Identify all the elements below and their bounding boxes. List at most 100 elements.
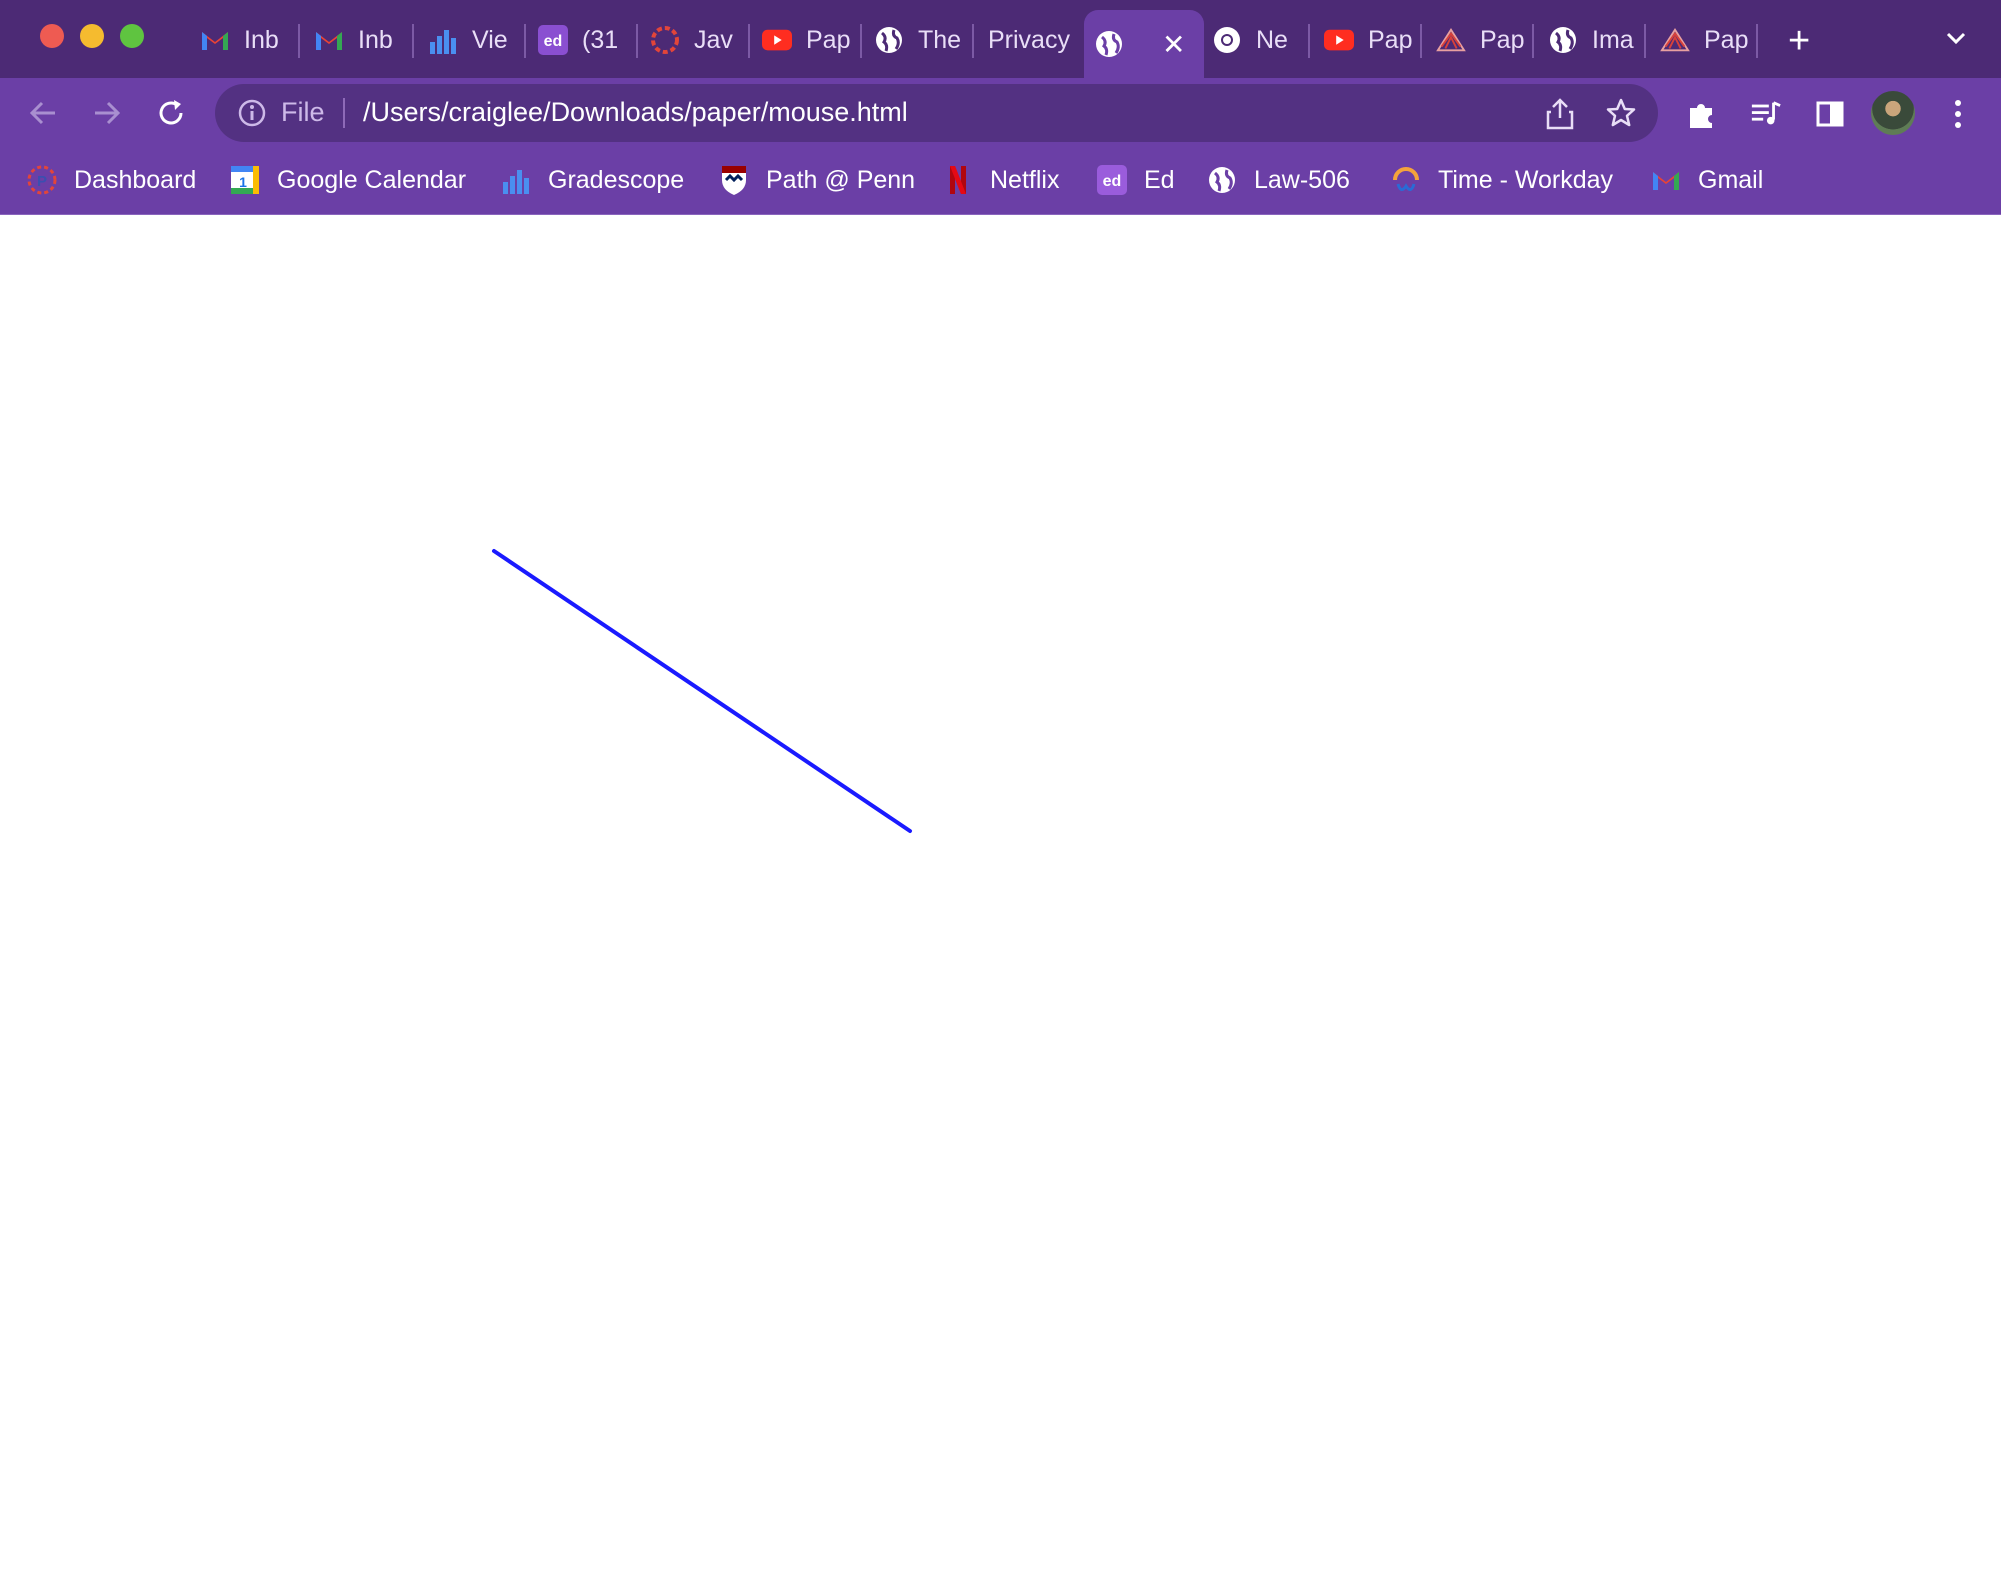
close-window-button[interactable] xyxy=(40,24,64,48)
tab-separator xyxy=(298,24,300,58)
tab-gmail-1[interactable]: Inb xyxy=(200,10,295,70)
tab-privacy[interactable]: Privacy xyxy=(988,10,1083,70)
tab-label: Pap xyxy=(1368,25,1413,54)
page-content[interactable] xyxy=(0,215,2001,1582)
forward-button[interactable] xyxy=(90,96,124,130)
tab-gradescope[interactable]: Vie xyxy=(428,10,523,70)
gmail-icon xyxy=(200,25,230,55)
gradescope-icon xyxy=(500,164,532,196)
tab-separator xyxy=(1308,24,1310,58)
svg-text:ed: ed xyxy=(1103,173,1122,190)
tab-new-tab[interactable]: Ne xyxy=(1212,10,1307,70)
bookmark-label: Google Calendar xyxy=(277,165,467,194)
tab-label: Pap xyxy=(1704,25,1749,54)
tab-separator xyxy=(1420,24,1422,58)
tab-paper-1[interactable]: Pap xyxy=(1436,10,1531,70)
new-tab-button[interactable]: + xyxy=(1788,22,1810,60)
gmail-icon xyxy=(1650,164,1682,196)
tab-search-chevron-icon[interactable] xyxy=(1944,26,1968,55)
fan-icon xyxy=(1436,25,1466,55)
tab-active[interactable]: ✕ xyxy=(1084,10,1204,78)
bookmark-label: Path @ Penn xyxy=(766,165,916,194)
globe-icon xyxy=(1206,164,1238,196)
chrome-icon xyxy=(1212,25,1242,55)
tab-globe-1[interactable]: The xyxy=(874,10,969,70)
bookmark-ed[interactable]: ed Ed xyxy=(1096,160,1175,200)
url-scheme-label: File xyxy=(281,97,325,127)
bookmark-label: Netflix xyxy=(990,165,1060,194)
tab-label: Privacy xyxy=(988,25,1070,54)
svg-text:ed: ed xyxy=(544,33,563,50)
bookmark-label: Gmail xyxy=(1698,165,1764,194)
back-button[interactable] xyxy=(26,96,60,130)
bookmark-time-workday[interactable]: Time - Workday xyxy=(1390,160,1613,200)
tab-label: Inb xyxy=(358,25,393,54)
tab-label: Ne xyxy=(1256,25,1288,54)
ed-icon: ed xyxy=(538,25,568,55)
bookmark-gradescope[interactable]: Gradescope xyxy=(500,160,684,200)
bookmark-google-calendar[interactable]: 1 Google Calendar xyxy=(229,160,466,200)
tab-ed[interactable]: ed (31 xyxy=(538,10,633,70)
svg-text:P: P xyxy=(37,173,47,190)
gmail-icon xyxy=(314,25,344,55)
tab-label: Pap xyxy=(806,25,851,54)
tab-image[interactable]: Ima xyxy=(1548,10,1643,70)
globe-icon xyxy=(874,25,904,55)
tab-separator xyxy=(972,24,974,58)
url-text[interactable]: /Users/craiglee/Downloads/paper/mouse.ht… xyxy=(363,97,908,128)
tab-label: Inb xyxy=(244,25,279,54)
youtube-icon xyxy=(1324,25,1354,55)
bookmark-gmail[interactable]: Gmail xyxy=(1650,160,1763,200)
tab-label: Jav xyxy=(694,25,733,54)
bookmark-path-at-penn[interactable]: Path @ Penn xyxy=(718,160,915,200)
tab-strip: Inb Inb Vie ed (31 Jav Pap The Privacy ✕… xyxy=(0,0,2001,78)
share-icon[interactable] xyxy=(1545,98,1575,135)
bookmark-label: Gradescope xyxy=(548,165,685,194)
tab-youtube-1[interactable]: Pap xyxy=(762,10,857,70)
browser-chrome: Inb Inb Vie ed (31 Jav Pap The Privacy ✕… xyxy=(0,0,2001,215)
bookmark-netflix[interactable]: Netflix xyxy=(942,160,1059,200)
reload-button[interactable] xyxy=(154,96,188,130)
tab-separator xyxy=(1532,24,1534,58)
tab-gmail-2[interactable]: Inb xyxy=(314,10,409,70)
tab-paper-2[interactable]: Pap xyxy=(1660,10,1755,70)
netflix-icon xyxy=(942,164,974,196)
tab-java[interactable]: Jav xyxy=(650,10,745,70)
site-info-icon[interactable] xyxy=(237,98,267,133)
tab-label: The xyxy=(918,25,962,54)
tab-youtube-2[interactable]: Pap xyxy=(1324,10,1419,70)
bookmarks-bar: P Dashboard 1 Google Calendar Gradescope… xyxy=(0,148,2001,215)
tab-separator xyxy=(636,24,638,58)
canvas-icon: P xyxy=(26,164,58,196)
tab-label: Ima xyxy=(1592,25,1634,54)
ed-icon: ed xyxy=(1096,164,1128,196)
address-bar[interactable]: File /Users/craiglee/Downloads/paper/mou… xyxy=(215,84,1658,142)
bookmark-label: Time - Workday xyxy=(1438,165,1614,194)
close-tab-icon[interactable]: ✕ xyxy=(1162,28,1185,61)
svg-text:1: 1 xyxy=(239,174,247,190)
bookmark-star-icon[interactable] xyxy=(1605,97,1637,134)
penn-shield-icon xyxy=(718,164,750,196)
minimize-window-button[interactable] xyxy=(80,24,104,48)
tab-separator xyxy=(1756,24,1758,58)
extensions-puzzle-icon[interactable] xyxy=(1686,98,1718,130)
tab-separator xyxy=(748,24,750,58)
tab-separator xyxy=(412,24,414,58)
maximize-window-button[interactable] xyxy=(120,24,144,48)
tab-separator xyxy=(524,24,526,58)
tab-separator xyxy=(1644,24,1646,58)
profile-avatar[interactable] xyxy=(1871,91,1915,135)
more-menu-icon[interactable] xyxy=(1942,98,1974,130)
tab-label: (31 xyxy=(582,25,619,54)
globe-icon xyxy=(1094,29,1124,59)
media-playlist-icon[interactable] xyxy=(1750,98,1782,130)
bookmark-dashboard[interactable]: P Dashboard xyxy=(26,160,196,200)
tab-separator xyxy=(860,24,862,58)
bookmark-law-506[interactable]: Law-506 xyxy=(1206,160,1350,200)
youtube-icon xyxy=(762,25,792,55)
tab-label: Vie xyxy=(472,25,508,54)
side-panel-icon[interactable] xyxy=(1814,98,1846,130)
drawing-canvas[interactable] xyxy=(0,215,2001,1582)
drawn-line xyxy=(492,549,912,833)
omnibox-divider xyxy=(343,98,345,128)
